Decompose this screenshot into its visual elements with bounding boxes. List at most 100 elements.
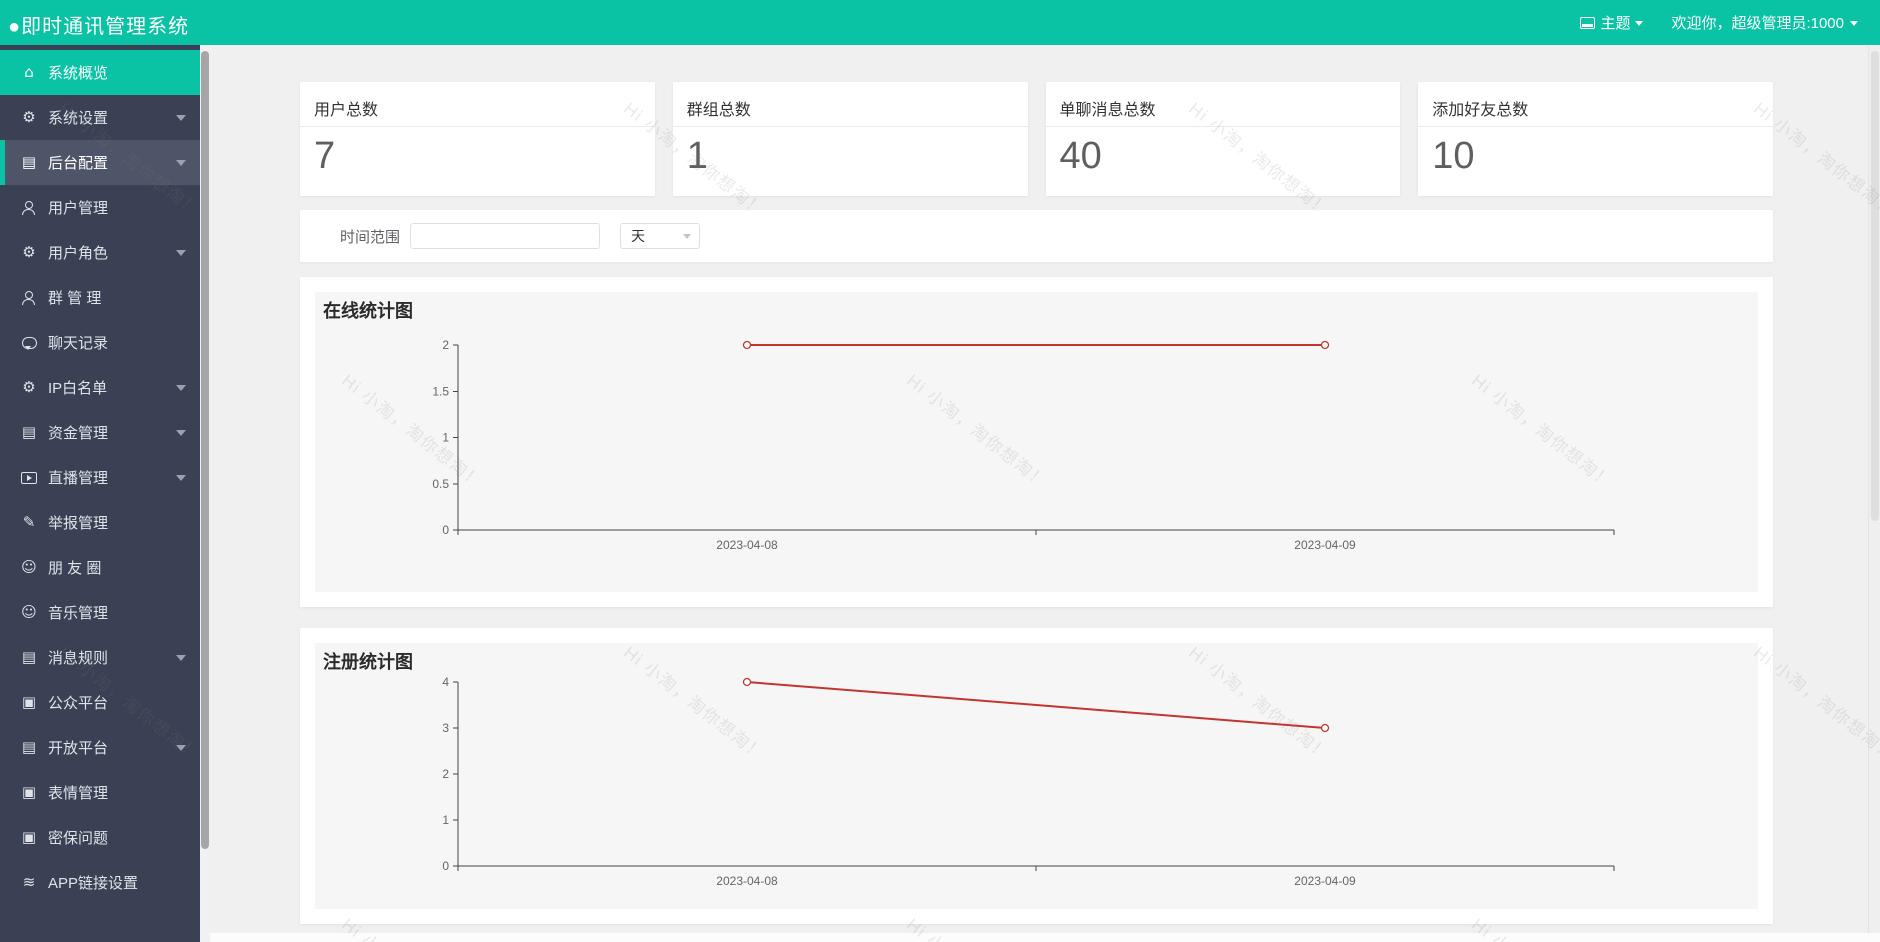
chart-title: 注册统计图 — [323, 652, 413, 672]
svg-text:0.5: 0.5 — [432, 477, 449, 491]
smiley-icon: ☺ — [21, 558, 37, 576]
chevron-down-icon — [176, 745, 186, 756]
sidebar-scrollbar-thumb[interactable] — [201, 51, 209, 849]
svg-text:0: 0 — [442, 523, 449, 537]
svg-text:1: 1 — [442, 813, 449, 827]
welcome-text: 欢迎你，超级管理员:1000 — [1671, 15, 1844, 32]
sidebar-item-label: 直播管理 — [48, 470, 109, 487]
time-range-label: 时间范围 — [339, 228, 400, 246]
sidebar-item-1[interactable]: ⚙ 系统设置 — [0, 95, 200, 140]
image-icon: ▣ — [21, 828, 37, 846]
sidebar-item-label: 表情管理 — [48, 785, 109, 802]
register-stats-chart: 0 1 2 3 4 2023-04-08 2023-04-09 — [315, 643, 1758, 909]
svg-text:3: 3 — [442, 721, 449, 735]
chart-title: 在线统计图 — [323, 301, 413, 321]
sidebar-item-label: 朋 友 圈 — [48, 560, 102, 577]
clipboard-icon: ▤ — [21, 423, 37, 441]
stat-label: 用户总数 — [300, 82, 655, 127]
sidebar-item-8[interactable]: ▤ 资金管理 — [0, 410, 200, 455]
svg-text:1.5: 1.5 — [432, 384, 449, 398]
svg-text:2: 2 — [442, 767, 449, 781]
horizontal-scrollbar-track[interactable] — [210, 933, 1880, 942]
report-icon: ✎ — [22, 513, 36, 531]
theme-icon — [1580, 16, 1596, 29]
sidebar-item-label: IP白名单 — [48, 380, 108, 397]
stat-label: 添加好友总数 — [1418, 82, 1773, 127]
sidebar-item-16[interactable]: ▣ 表情管理 — [0, 770, 200, 815]
sidebar-item-13[interactable]: ▤ 消息规则 — [0, 635, 200, 680]
sidebar-item-label: 用户管理 — [48, 200, 109, 217]
online-stats-panel: 在线统计图 0 0.5 1 1.5 2 2023-04-08 2023-04-09 — [315, 292, 1758, 592]
clipboard-icon: ▤ — [21, 153, 37, 171]
svg-text:0: 0 — [442, 859, 449, 873]
online-stats-chart: 0 0.5 1 1.5 2 2023-04-08 2023-04-09 — [315, 292, 1758, 592]
main-scrollbar-thumb[interactable] — [1870, 51, 1879, 521]
main-scrollbar-track[interactable] — [1868, 45, 1880, 942]
sidebar-item-2[interactable]: ▤ 后台配置 — [0, 140, 200, 185]
sidebar-item-17[interactable]: ▣ 密保问题 — [0, 815, 200, 860]
stat-card-groups: 群组总数 1 — [672, 82, 1028, 196]
sidebar-item-label: 密保问题 — [48, 830, 109, 847]
theme-label: 主题 — [1600, 15, 1631, 32]
sidebar-item-15[interactable]: ▤ 开放平台 — [0, 725, 200, 770]
image-icon: ▣ — [21, 783, 37, 801]
sidebar-item-9[interactable]: 直播管理 — [0, 455, 200, 500]
sidebar-item-14[interactable]: ▣ 公众平台 — [0, 680, 200, 725]
stat-label: 群组总数 — [672, 82, 1028, 127]
stat-cards-row: 用户总数 7 群组总数 1 单聊消息总数 40 添加好友总数 10 — [300, 82, 1773, 196]
sidebar-item-label: 群 管 理 — [48, 290, 102, 307]
user-menu[interactable]: 欢迎你，超级管理员:1000 — [1671, 12, 1858, 33]
sidebar-scrollbar-track[interactable] — [200, 45, 210, 942]
svg-text:2023-04-08: 2023-04-08 — [716, 874, 778, 888]
chevron-down-icon — [683, 234, 691, 243]
granularity-selected-value: 天 — [631, 228, 645, 244]
svg-text:2023-04-09: 2023-04-09 — [1294, 874, 1356, 888]
sidebar-item-label: 后台配置 — [48, 155, 109, 172]
stat-value: 10 — [1432, 135, 1475, 177]
svg-text:2023-04-09: 2023-04-09 — [1294, 538, 1356, 552]
time-range-input[interactable] — [410, 223, 600, 249]
sidebar-item-label: 用户角色 — [48, 245, 109, 262]
sidebar-item-18[interactable]: ≋ APP链接设置 — [0, 860, 200, 905]
sidebar-item-3[interactable]: 用户管理 — [0, 185, 200, 230]
sidebar-item-label: 系统设置 — [48, 110, 109, 127]
sidebar-item-0[interactable]: ⌂ 系统概览 — [0, 50, 200, 95]
stat-value: 1 — [686, 135, 708, 177]
sidebar-item-7[interactable]: ⚙ IP白名单 — [0, 365, 200, 410]
sidebar-item-label: 举报管理 — [48, 515, 109, 532]
app-title: ●即时通讯管理系统 — [8, 16, 190, 38]
sidebar-item-11[interactable]: ☺ 朋 友 圈 — [0, 545, 200, 590]
clipboard-icon: ▤ — [21, 738, 37, 756]
sidebar-item-label: 开放平台 — [48, 740, 109, 757]
chevron-down-icon — [176, 385, 186, 396]
chevron-down-icon — [176, 250, 186, 261]
granularity-select[interactable]: 天 — [620, 223, 700, 249]
sidebar-item-10[interactable]: ✎ 举报管理 — [0, 500, 200, 545]
theme-menu[interactable]: 主题 — [1580, 12, 1644, 33]
online-stats-card: 在线统计图 0 0.5 1 1.5 2 2023-04-08 2023-04-09 — [300, 277, 1773, 607]
stat-value: 40 — [1059, 135, 1102, 177]
chevron-down-icon — [176, 115, 186, 126]
sidebar-item-label: APP链接设置 — [48, 875, 139, 892]
svg-text:1: 1 — [442, 431, 449, 445]
stat-card-friend-adds: 添加好友总数 10 — [1418, 82, 1773, 196]
chevron-down-icon — [1635, 20, 1644, 30]
user-icon — [18, 290, 40, 305]
svg-text:4: 4 — [442, 675, 449, 689]
chevron-down-icon — [176, 160, 186, 171]
chevron-down-icon — [176, 430, 186, 441]
time-filter-bar: 时间范围 天 — [300, 210, 1773, 262]
clipboard-icon: ▤ — [21, 648, 37, 666]
app-header: ●即时通讯管理系统 主题 欢迎你，超级管理员:1000 — [0, 0, 1880, 45]
sidebar-item-5[interactable]: 群 管 理 — [0, 275, 200, 320]
gear-icon: ⚙ — [22, 108, 36, 126]
stat-value: 7 — [314, 135, 336, 177]
stat-card-single-messages: 单聊消息总数 40 — [1045, 82, 1401, 196]
sidebar-item-6[interactable]: 聊天记录 — [0, 320, 200, 365]
gear-icon: ⚙ — [22, 378, 36, 396]
svg-text:2: 2 — [442, 338, 449, 352]
sidebar-item-12[interactable]: ☺ 音乐管理 — [0, 590, 200, 635]
layers-icon: ≋ — [22, 873, 36, 891]
chevron-down-icon — [176, 655, 186, 666]
sidebar-item-4[interactable]: ⚙ 用户角色 — [0, 230, 200, 275]
